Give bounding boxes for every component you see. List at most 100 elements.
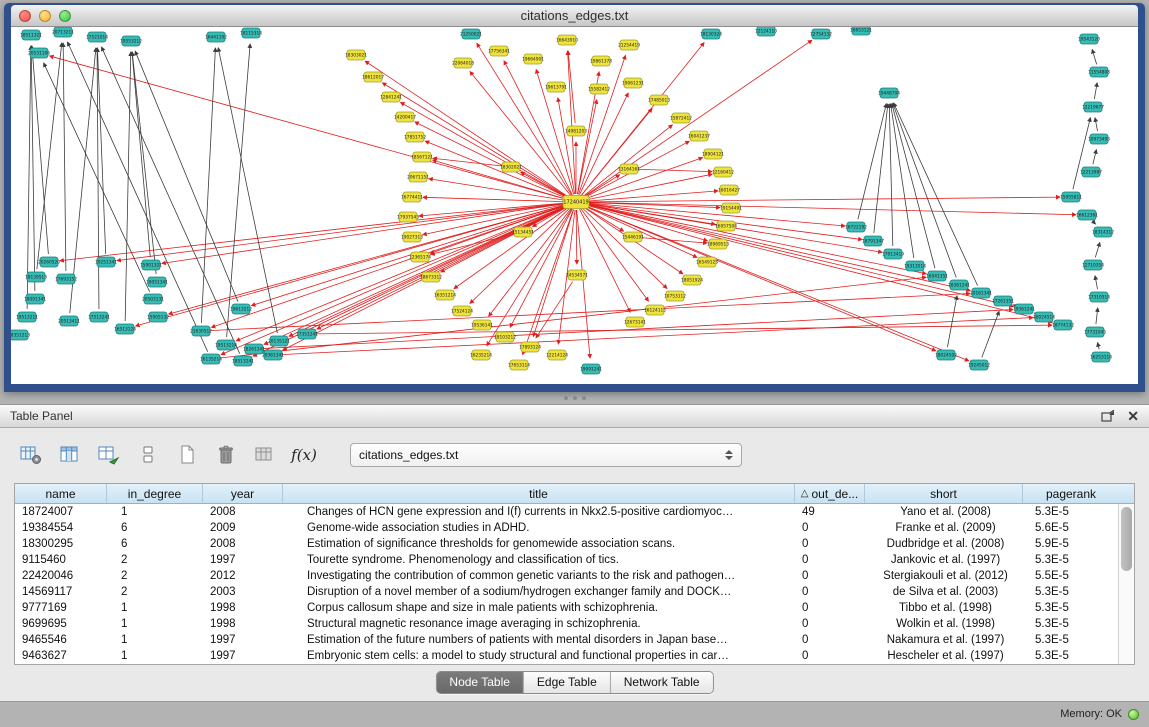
graph-node[interactable]: 20260520 bbox=[38, 257, 60, 267]
tab-edge-table[interactable]: Edge Table bbox=[523, 672, 610, 693]
table-row[interactable]: 1830029562008Estimation of significance … bbox=[15, 536, 1119, 552]
graph-node[interactable]: 14200417 bbox=[394, 112, 416, 122]
graph-edge[interactable] bbox=[894, 103, 978, 286]
network-canvas[interactable]: 1724041918303021186120171284124114200417… bbox=[11, 27, 1138, 384]
graph-edge[interactable] bbox=[281, 318, 1033, 355]
graph-node[interactable]: 20503131 bbox=[142, 294, 164, 304]
graph-node[interactable]: 16124115 bbox=[644, 305, 666, 315]
graph-edge[interactable] bbox=[68, 42, 208, 352]
table-row[interactable]: 1872400712008Changes of HCN gene express… bbox=[15, 504, 1119, 520]
graph-edge[interactable] bbox=[1095, 243, 1099, 258]
graph-edge[interactable] bbox=[1095, 276, 1097, 289]
graph-node[interactable]: 20713211 bbox=[52, 27, 74, 37]
graph-edge[interactable] bbox=[32, 46, 48, 254]
pane-divider[interactable] bbox=[0, 392, 1149, 404]
graph-node[interactable]: 20135121 bbox=[268, 336, 290, 346]
graph-edge[interactable] bbox=[423, 197, 568, 201]
graph-node[interactable]: 19154491 bbox=[720, 203, 742, 213]
graph-node[interactable]: 17731045 bbox=[1084, 327, 1106, 337]
window-titlebar[interactable]: citations_edges.txt bbox=[11, 5, 1138, 27]
table-row[interactable]: 946554611997Estimation of the future num… bbox=[15, 632, 1119, 648]
graph-node[interactable]: 18261341 bbox=[243, 344, 265, 354]
column-header-out-de-[interactable]: △out_de... bbox=[795, 484, 865, 503]
column-header-name[interactable]: name bbox=[15, 484, 107, 503]
graph-node[interactable]: 17693152 bbox=[55, 274, 77, 284]
graph-node[interactable]: 18673312 bbox=[420, 272, 442, 282]
graph-node[interactable]: 19313514 bbox=[904, 261, 926, 271]
tab-network-table[interactable]: Network Table bbox=[610, 672, 713, 693]
graph-edge[interactable] bbox=[1093, 150, 1097, 165]
graph-node[interactable]: 10973493 bbox=[1088, 134, 1110, 144]
graph-node[interactable]: 18904121 bbox=[702, 149, 724, 159]
graph-edge[interactable] bbox=[317, 206, 569, 330]
graph-edge[interactable] bbox=[584, 204, 1014, 307]
graph-node[interactable]: 19061231 bbox=[622, 78, 644, 88]
graph-node[interactable]: 18567121 bbox=[411, 152, 433, 162]
vertical-scrollbar[interactable] bbox=[1118, 504, 1134, 664]
show-columns-button[interactable] bbox=[55, 441, 85, 469]
graph-edge[interactable] bbox=[1092, 50, 1096, 65]
graph-node[interactable]: 16722192 bbox=[845, 222, 867, 232]
graph-node[interactable]: 19536141 bbox=[471, 320, 493, 330]
graph-edge[interactable] bbox=[1094, 83, 1097, 99]
graph-node[interactable]: 12213987 bbox=[1080, 167, 1102, 177]
graph-edge[interactable] bbox=[874, 104, 888, 233]
graph-node[interactable]: 19513214 bbox=[215, 340, 237, 350]
graph-node[interactable]: 22064018 bbox=[452, 58, 474, 68]
graph-edge[interactable] bbox=[425, 141, 568, 199]
graph-node[interactable]: 12673141 bbox=[624, 317, 646, 327]
graph-edge[interactable] bbox=[891, 104, 914, 258]
graph-node[interactable]: 18612017 bbox=[362, 72, 384, 82]
graph-node[interactable]: 17893124 bbox=[519, 342, 541, 352]
column-header-year[interactable]: year bbox=[203, 484, 283, 503]
column-header-short[interactable]: short bbox=[865, 484, 1023, 503]
graph-edge[interactable] bbox=[125, 52, 131, 321]
table-selector-dropdown[interactable]: citations_edges.txt bbox=[350, 443, 742, 467]
graph-node[interactable]: 11554808 bbox=[1088, 67, 1110, 77]
row-view-button[interactable] bbox=[133, 441, 163, 469]
graph-edge[interactable] bbox=[584, 204, 708, 241]
graph-node[interactable]: 19027313 bbox=[401, 232, 423, 242]
graph-node[interactable]: 12214124 bbox=[546, 350, 568, 360]
graph-node[interactable]: 18774132 bbox=[1052, 320, 1074, 330]
graph-node[interactable]: 19051341 bbox=[146, 277, 168, 287]
graph-edge[interactable] bbox=[637, 169, 712, 171]
graph-node[interactable]: 20671151 bbox=[407, 172, 429, 182]
graph-edge[interactable] bbox=[102, 47, 240, 354]
graph-edge[interactable] bbox=[858, 104, 886, 220]
graph-node[interactable]: 16041351 bbox=[926, 271, 948, 281]
graph-edge[interactable] bbox=[889, 104, 893, 246]
graph-node[interactable]: 20513411 bbox=[58, 316, 80, 326]
graph-edge[interactable] bbox=[580, 209, 631, 312]
graph-edge[interactable] bbox=[219, 277, 926, 358]
table-row[interactable]: 977716911998Corpus callosum shape and si… bbox=[15, 600, 1119, 616]
graph-edge[interactable] bbox=[1092, 221, 1095, 224]
graph-node[interactable]: 18511321 bbox=[20, 30, 42, 40]
graph-edge[interactable] bbox=[504, 61, 572, 195]
graph-node[interactable]: 18791347 bbox=[862, 236, 884, 246]
graph-edge[interactable] bbox=[136, 204, 569, 326]
graph-edge[interactable] bbox=[568, 51, 576, 194]
new-document-button[interactable] bbox=[172, 441, 202, 469]
graph-node[interactable]: 21630512 bbox=[190, 326, 212, 336]
tab-node-table[interactable]: Node Table bbox=[436, 672, 523, 693]
graph-node[interactable]: 16135214 bbox=[200, 354, 222, 364]
graph-node[interactable]: 15582412 bbox=[588, 84, 610, 94]
graph-node[interactable]: 15955811 bbox=[1060, 192, 1082, 202]
graph-node[interactable]: 15134451 bbox=[512, 227, 534, 237]
graph-node[interactable]: 18303021 bbox=[345, 50, 367, 60]
graph-node[interactable]: 12841241 bbox=[380, 92, 402, 102]
float-panel-icon[interactable] bbox=[1101, 410, 1115, 422]
graph-edge[interactable] bbox=[169, 204, 569, 314]
graph-node[interactable]: 18351213 bbox=[11, 330, 30, 340]
zoom-window-button[interactable] bbox=[59, 10, 71, 22]
graph-node[interactable]: 18361241 bbox=[948, 280, 970, 290]
graph-node[interactable]: 19861378 bbox=[590, 56, 612, 66]
graph-edge[interactable] bbox=[262, 310, 1013, 349]
network-graph[interactable]: 1724041918303021186120171284124114200417… bbox=[11, 27, 1138, 384]
graph-edge[interactable] bbox=[1098, 343, 1100, 350]
graph-node[interactable]: 16549123 bbox=[696, 257, 718, 267]
graph-node[interactable]: 12365174 bbox=[409, 252, 431, 262]
graph-edge[interactable] bbox=[429, 179, 568, 201]
table-row[interactable]: 2242004622012Investigating the contribut… bbox=[15, 568, 1119, 584]
